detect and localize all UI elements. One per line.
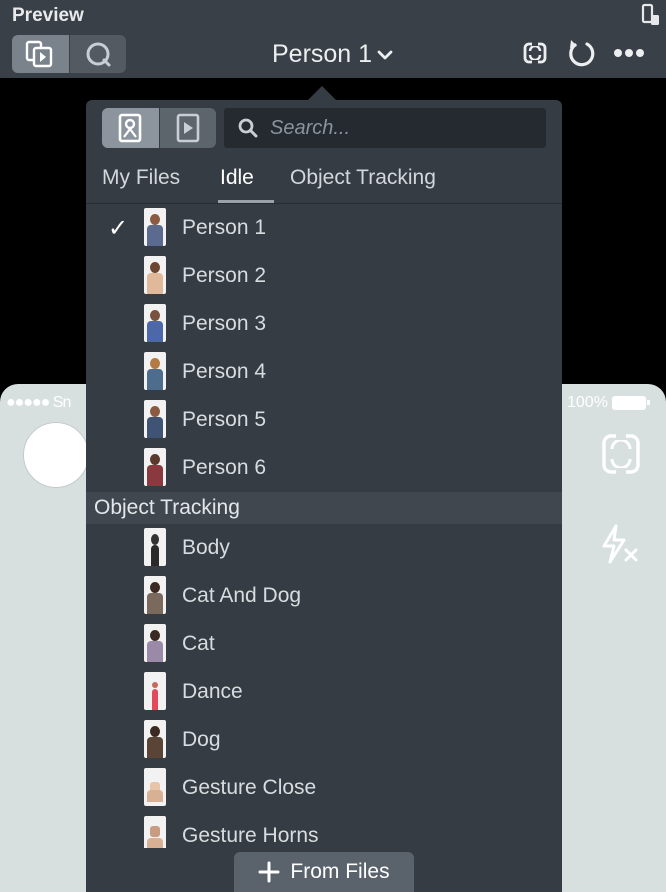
list-item-label: Person 6 xyxy=(182,456,267,479)
list-item-label: Cat xyxy=(182,632,215,655)
image-media-button[interactable] xyxy=(102,108,159,148)
device-orientation-icon[interactable] xyxy=(641,3,661,27)
list-item-person-1[interactable]: ✓ Person 1 xyxy=(86,204,562,252)
media-preview-icon xyxy=(26,40,53,68)
chevron-down-icon xyxy=(377,50,393,59)
lens-preview-popover: My Files Idle Object Tracking ✓ Person 1… xyxy=(86,100,562,892)
list-item-person-2[interactable]: Person 2 xyxy=(86,252,562,300)
swap-camera-icon xyxy=(523,40,547,66)
list-item-label: Body xyxy=(182,536,230,559)
list-item-cat[interactable]: Cat xyxy=(86,620,562,668)
list-item-label: Dance xyxy=(182,680,243,703)
thumbnail xyxy=(144,720,166,758)
refresh-icon xyxy=(569,40,595,67)
list-item-person-4[interactable]: Person 4 xyxy=(86,348,562,396)
thumbnail xyxy=(144,816,166,848)
plus-icon xyxy=(258,861,280,883)
active-tab-indicator xyxy=(218,200,274,203)
list-item-label: Person 1 xyxy=(182,216,267,239)
thumbnail xyxy=(144,576,166,614)
list-item-label: Gesture Horns xyxy=(182,824,319,847)
panel-title: Preview xyxy=(12,5,84,26)
thumbnail xyxy=(144,448,166,486)
list-item-label: Person 3 xyxy=(182,312,267,335)
list-item-label: Person 2 xyxy=(182,264,267,287)
list-item-cat-and-dog[interactable]: Cat And Dog xyxy=(86,572,562,620)
list-item-person-6[interactable]: Person 6 xyxy=(86,444,562,492)
thumbnail xyxy=(144,208,166,246)
list-item-label: Dog xyxy=(182,728,221,751)
preview-mode-toggle xyxy=(12,35,126,73)
list-item-person-5[interactable]: Person 5 xyxy=(86,396,562,444)
thumbnail xyxy=(144,624,166,662)
list-item-dance[interactable]: Dance xyxy=(86,668,562,716)
thumbnail xyxy=(144,256,166,294)
list-item-gesture-close[interactable]: Gesture Close xyxy=(86,764,562,812)
tab-my-files[interactable]: My Files xyxy=(102,166,180,200)
thumbnail xyxy=(144,352,166,390)
list-item-gesture-horns[interactable]: Gesture Horns xyxy=(86,812,562,848)
flash-off-icon[interactable] xyxy=(598,522,642,566)
search-icon xyxy=(238,118,258,138)
from-files-button[interactable]: From Files xyxy=(234,852,414,892)
more-icon xyxy=(614,49,644,57)
portrait-image-icon xyxy=(118,113,142,143)
tab-object-tracking[interactable]: Object Tracking xyxy=(290,166,436,200)
battery-percent: 100% xyxy=(567,394,608,411)
popover-arrow xyxy=(308,86,336,100)
selected-person-label: Person 1 xyxy=(272,40,373,68)
list-item-body[interactable]: Body xyxy=(86,524,562,572)
section-header-object-tracking: Object Tracking xyxy=(86,492,562,524)
video-media-button[interactable] xyxy=(160,108,217,148)
more-button[interactable] xyxy=(612,36,646,70)
list-item-person-3[interactable]: Person 3 xyxy=(86,300,562,348)
search-input[interactable] xyxy=(270,116,546,140)
shutter-button[interactable] xyxy=(23,422,89,488)
thumbnail xyxy=(144,528,166,566)
list-item-label: Person 5 xyxy=(182,408,267,431)
phone-battery-status: 100% xyxy=(567,394,650,412)
thumbnail xyxy=(144,768,166,806)
thumbnail xyxy=(144,400,166,438)
media-type-toggle xyxy=(102,108,216,148)
swap-camera-button[interactable] xyxy=(518,36,552,70)
snap-camera-icon xyxy=(86,42,111,67)
selected-check-icon: ✓ xyxy=(108,215,129,242)
phone-carrier-status: ●●●●● Sn xyxy=(6,394,71,411)
thumbnail xyxy=(144,304,166,342)
tab-idle[interactable]: Idle xyxy=(220,166,254,200)
search-box[interactable] xyxy=(224,108,546,148)
preview-media-list: ✓ Person 1 Person 2 Person 3 Person 4 Pe… xyxy=(86,204,562,848)
camera-flip-icon[interactable] xyxy=(600,430,642,478)
preview-toolbar: Preview Person 1 xyxy=(0,0,666,78)
list-item-label: Gesture Close xyxy=(182,776,317,799)
refresh-button[interactable] xyxy=(564,36,598,70)
category-tabs: My Files Idle Object Tracking xyxy=(86,160,562,204)
list-item-label: Cat And Dog xyxy=(182,584,302,607)
thumbnail xyxy=(144,672,166,710)
list-item-dog[interactable]: Dog xyxy=(86,716,562,764)
media-preview-button[interactable] xyxy=(12,35,69,73)
from-files-label: From Files xyxy=(290,860,390,883)
person-selector[interactable]: Person 1 xyxy=(272,40,394,69)
list-item-label: Person 4 xyxy=(182,360,267,383)
snap-camera-button[interactable] xyxy=(70,35,127,73)
battery-icon xyxy=(611,396,650,410)
video-icon xyxy=(176,113,200,143)
